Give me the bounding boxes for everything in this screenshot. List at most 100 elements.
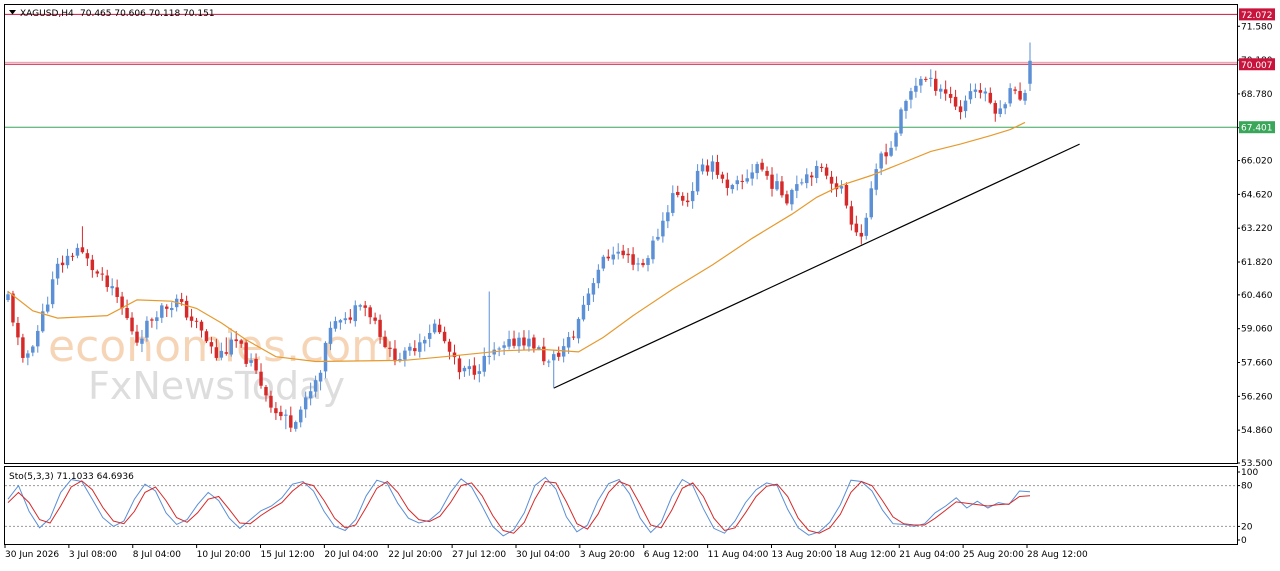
candle-body [338,320,343,323]
candle-body [755,164,759,174]
x-tick-label: 25 Aug 20:00 [963,550,1024,560]
candle-body [60,262,65,266]
candle-body [21,337,25,358]
candle-body [606,256,611,259]
y-tick-label: 64.620 [1241,190,1273,200]
candle-body [70,255,75,257]
y-tick-label: 66.020 [1241,157,1273,167]
candle-body [155,317,159,321]
candle-body [889,147,893,156]
candle-body [343,318,348,321]
candle-body [735,180,740,185]
candle-body [1028,60,1032,84]
candle-body [269,395,273,408]
x-tick-label: 10 Jul 20:00 [197,550,251,560]
candle-body [576,318,581,339]
candle-body [934,78,938,91]
candle-body [884,152,888,157]
candle-body [244,342,248,364]
candle-body [685,200,690,203]
candle-body [6,294,10,300]
candle-body [725,179,730,188]
candle-body [135,331,139,343]
candle-body [239,340,243,344]
x-tick-label: 30 Jun 2026 [5,550,59,560]
candle-body [403,350,407,360]
candle-body [318,372,323,382]
candle-body [814,166,819,178]
candle-body [249,360,253,363]
x-tick-label: 21 Aug 04:00 [899,550,960,560]
x-tick-label: 22 Jul 20:00 [388,550,442,560]
candle-body [854,223,859,233]
candle-body [472,365,477,375]
candle-body [824,167,829,176]
stochastic-label: Sto(5,3,3) 71.1033 64.6936 [9,472,134,482]
y-tick-label: 59.060 [1241,325,1273,335]
candle-body [542,346,546,362]
candle-body [953,96,958,107]
candle-body [914,85,918,92]
candle-body [795,184,799,191]
candle-body [502,345,506,348]
candle-body [264,386,268,396]
candle-body [770,174,774,189]
candle-body [333,321,338,329]
watermark: economies.com FxNewsToday [48,321,394,408]
candle-body [80,247,85,253]
y-tick-label: 56.260 [1241,392,1273,402]
candle-body [189,316,194,321]
candle-body [894,132,898,147]
candle-body [303,397,308,410]
candle-body [765,170,769,176]
symbol-label: XAGUSD,H4 [20,9,74,19]
candle-body [983,91,988,94]
candle-body [1023,92,1027,101]
candle-body [522,337,526,346]
candle-body [943,89,948,94]
x-tick-label: 18 Aug 12:00 [835,550,896,560]
candle-body [294,422,298,429]
level-price-label: 72.072 [1241,11,1273,21]
candle-body [353,305,358,322]
candle-body [899,109,903,134]
candle-body [289,415,293,428]
x-tick-label: 13 Aug 20:00 [772,550,833,560]
candle-body [512,338,516,346]
y-tick-label: 57.660 [1241,359,1273,369]
candle-body [204,331,209,342]
candle-body [839,186,844,189]
candle-body [924,78,928,80]
chart-root: economies.com FxNewsToday XAGUSD,H4 70.4… [0,0,1280,567]
candle-body [279,411,283,417]
candle-body [55,263,60,279]
candle-body [497,348,501,350]
candle-body [219,350,224,358]
candle-body [373,317,377,321]
candle-body [214,347,219,358]
candle-body [507,339,511,347]
candle-body [90,259,95,271]
osc-y-tick-label: 100 [1241,468,1258,478]
y-tick-label: 54.860 [1241,426,1273,436]
candle-body [363,305,367,308]
candle-body [829,176,834,184]
candle-body [740,180,744,182]
level-price-label: 70.007 [1241,61,1273,71]
y-tick-label: 71.580 [1241,22,1273,32]
candle-body [224,352,229,354]
candle-body [859,232,864,237]
candle-body [809,175,814,178]
candle-body [636,263,640,265]
candle-body [1013,89,1017,91]
chart-header: XAGUSD,H4 70.465 70.606 70.118 70.151 [9,9,215,19]
candle-body [442,331,447,342]
candle-body [85,253,90,259]
candle-body [586,293,591,305]
x-tick-label: 28 Aug 12:00 [1027,550,1088,560]
y-tick-label: 60.460 [1241,291,1273,301]
candle-body [879,153,883,169]
candle-body [194,320,199,322]
candle-body [710,161,715,172]
candle-body [125,307,129,319]
